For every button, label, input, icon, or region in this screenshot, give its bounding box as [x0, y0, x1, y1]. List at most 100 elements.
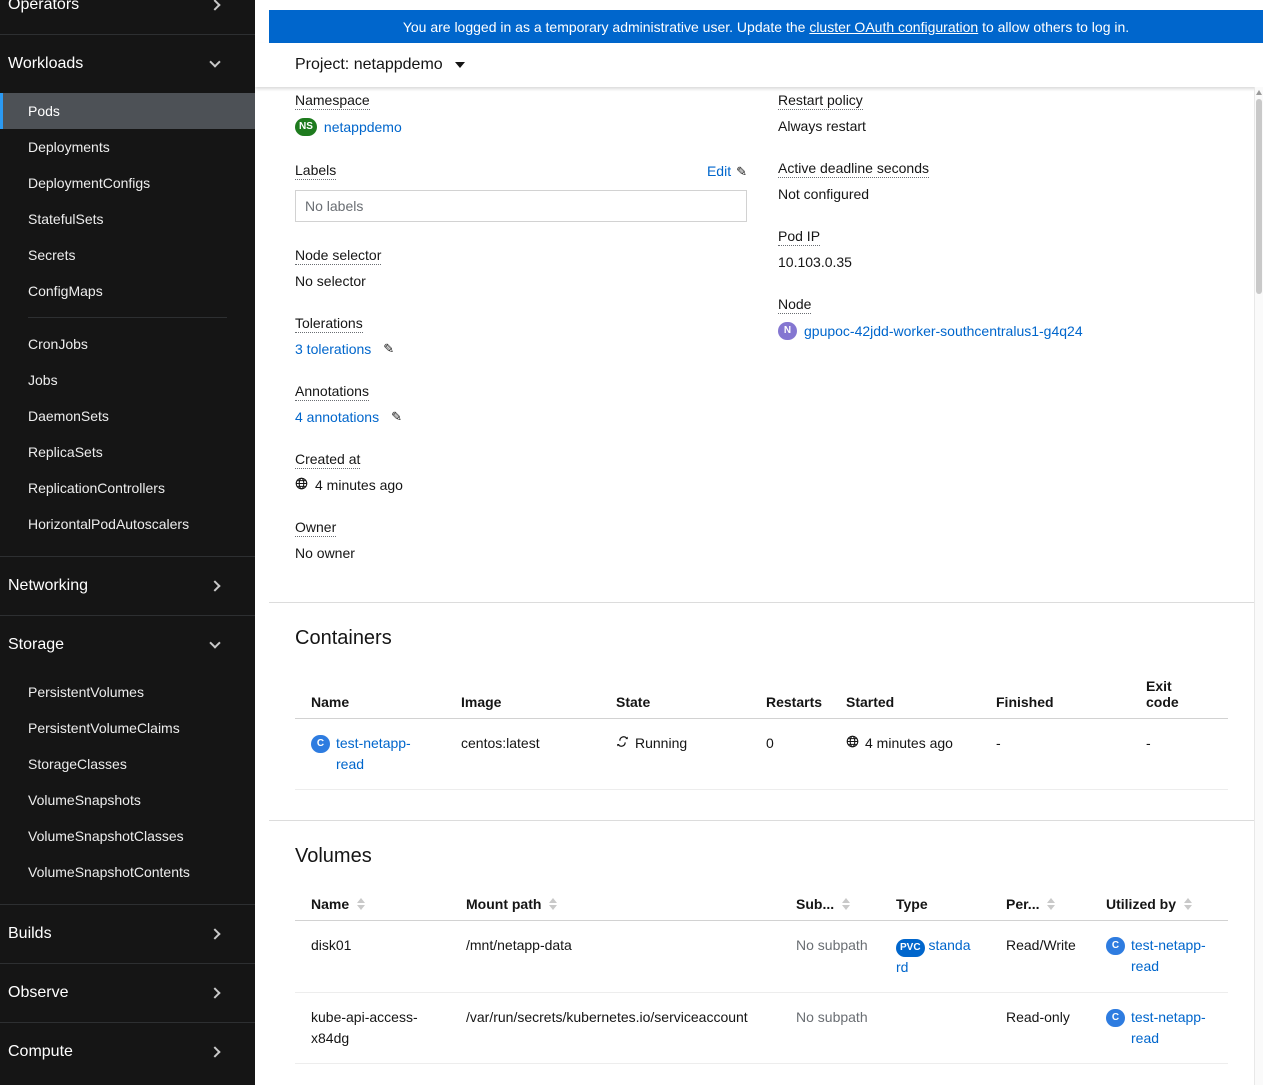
sidebar-item-replicationcontrollers[interactable]: ReplicationControllers: [0, 470, 255, 506]
namespace-label: Namespace: [295, 92, 370, 110]
sidebar-item-builds[interactable]: Builds: [0, 905, 255, 963]
main-content: You are logged in as a temporary adminis…: [255, 0, 1263, 1085]
chevron-right-icon: [209, 0, 221, 11]
sidebar-item-workloads[interactable]: Workloads: [0, 35, 255, 93]
scrollbar[interactable]: [1254, 87, 1263, 1085]
sidebar-item-deploymentconfigs[interactable]: DeploymentConfigs: [0, 165, 255, 201]
column-header-mount-path[interactable]: Mount path: [450, 888, 780, 921]
created-at-text: 4 minutes ago: [315, 477, 403, 493]
cluster-oauth-configuration-link[interactable]: cluster OAuth configuration: [809, 19, 978, 35]
chevron-right-icon: [209, 1046, 221, 1058]
sidebar-item-persistentvolumes[interactable]: PersistentVolumes: [0, 674, 255, 710]
edit-labels-link[interactable]: Edit: [707, 163, 731, 179]
column-header-name[interactable]: Name: [295, 888, 450, 921]
labels-header-row: Labels Edit ✎: [295, 162, 747, 180]
volume-utilized-by-cell: C test-netapp-read: [1090, 992, 1228, 1064]
annotations-label: Annotations: [295, 383, 369, 401]
sidebar-item-operators[interactable]: Operators: [0, 0, 255, 34]
containers-title: Containers: [295, 627, 392, 649]
tolerations-value: 3 tolerations ✎: [295, 341, 747, 357]
sidebar-item-configmaps[interactable]: ConfigMaps: [0, 273, 255, 309]
sidebar-item-daemonsets[interactable]: DaemonSets: [0, 398, 255, 434]
sidebar-item-horizontalpodautoscalers[interactable]: HorizontalPodAutoscalers: [0, 506, 255, 542]
container-link[interactable]: test-netapp-read: [336, 733, 429, 775]
pod-details-page: Namespace NS netappdemo Labels Edit ✎ No …: [255, 87, 1263, 1085]
scroll-up-arrow[interactable]: [1256, 90, 1262, 95]
pencil-icon[interactable]: ✎: [736, 164, 747, 179]
storage-submenu: PersistentVolumes PersistentVolumeClaims…: [0, 674, 255, 890]
container-badge-icon: C: [311, 735, 330, 753]
container-badge-icon: C: [1106, 1009, 1125, 1027]
sidebar-item-volumesnapshots[interactable]: VolumeSnapshots: [0, 782, 255, 818]
table-row: C test-netapp-read centos:latest Running…: [295, 718, 1228, 790]
globe-icon: [295, 477, 308, 493]
sort-icon[interactable]: [842, 898, 851, 910]
project-selector[interactable]: Project: netappdemo: [255, 43, 1263, 87]
container-badge-icon: C: [1106, 937, 1125, 955]
namespace-link[interactable]: netappdemo: [324, 119, 402, 135]
containers-table: Name Image State Restarts Started Finish…: [295, 670, 1228, 790]
sidebar-item-networking[interactable]: Networking: [0, 557, 255, 615]
active-deadline-label: Active deadline seconds: [778, 160, 929, 178]
column-header-state: State: [600, 670, 750, 719]
tolerations-link[interactable]: 3 tolerations: [295, 341, 371, 357]
container-link[interactable]: test-netapp-read: [1131, 935, 1212, 977]
table-row: kube-api-access-x84dg /var/run/secrets/k…: [295, 992, 1228, 1064]
container-link[interactable]: test-netapp-read: [1131, 1007, 1212, 1049]
sidebar-item-deployments[interactable]: Deployments: [0, 129, 255, 165]
column-header-permissions[interactable]: Per...: [990, 888, 1090, 921]
sidebar-item-replicasets[interactable]: ReplicaSets: [0, 434, 255, 470]
container-state-text: Running: [635, 735, 688, 751]
volume-permissions-cell: Read-only: [990, 992, 1090, 1064]
sidebar-item-persistentvolumeclaims[interactable]: PersistentVolumeClaims: [0, 710, 255, 746]
node-label: Node: [778, 296, 812, 314]
created-at-value: 4 minutes ago: [295, 477, 747, 493]
sidebar-item-storage[interactable]: Storage: [0, 616, 255, 674]
sidebar-item-jobs[interactable]: Jobs: [0, 362, 255, 398]
chevron-down-icon: [209, 56, 221, 68]
container-finished-cell: -: [980, 718, 1130, 790]
sidebar-item-statefulsets[interactable]: StatefulSets: [0, 201, 255, 237]
sidebar-item-cronjobs[interactable]: CronJobs: [0, 326, 255, 362]
volume-type-cell: [880, 992, 990, 1064]
owner-value: No owner: [295, 545, 355, 561]
labels-empty-box: No labels: [295, 190, 747, 222]
column-header-subpath[interactable]: Sub...: [780, 888, 880, 921]
sidebar-item-volumesnapshotclasses[interactable]: VolumeSnapshotClasses: [0, 818, 255, 854]
sidebar-item-storageclasses[interactable]: StorageClasses: [0, 746, 255, 782]
column-header-finished: Finished: [980, 670, 1130, 719]
volume-name-cell: kube-api-access-x84dg: [295, 992, 450, 1064]
sidebar-item-volumesnapshotcontents[interactable]: VolumeSnapshotContents: [0, 854, 255, 890]
sidebar-item-label: Builds: [8, 925, 52, 942]
sidebar-item-label: Workloads: [8, 55, 84, 72]
sidebar-item-pods[interactable]: Pods: [0, 93, 255, 129]
node-link[interactable]: gpupoc-42jdd-worker-southcentralus1-g4q2…: [804, 323, 1083, 339]
pencil-icon[interactable]: ✎: [383, 341, 394, 357]
chevron-down-icon: [209, 637, 221, 649]
scrollbar-thumb[interactable]: [1256, 99, 1262, 294]
column-header-utilized-by[interactable]: Utilized by: [1090, 888, 1228, 921]
column-header-name: Name: [295, 670, 445, 719]
pod-details-section: Namespace NS netappdemo Labels Edit ✎ No …: [269, 87, 1254, 603]
column-header-type: Type: [880, 888, 990, 921]
sidebar-item-secrets[interactable]: Secrets: [0, 237, 255, 273]
namespace-value: NS netappdemo: [295, 118, 747, 136]
sidebar-item-observe[interactable]: Observe: [0, 964, 255, 1022]
volume-type-cell: PVC standard: [880, 920, 990, 993]
container-exit-code-cell: -: [1130, 718, 1228, 790]
sort-icon[interactable]: [1184, 898, 1193, 910]
sidebar-item-label: Networking: [8, 577, 89, 594]
annotations-link[interactable]: 4 annotations: [295, 409, 379, 425]
restart-policy-value: Always restart: [778, 118, 866, 134]
sort-icon[interactable]: [549, 898, 558, 910]
sidebar-item-compute[interactable]: Compute: [0, 1023, 255, 1081]
sort-icon[interactable]: [357, 898, 366, 910]
edit-labels[interactable]: Edit ✎: [707, 163, 747, 180]
pencil-icon[interactable]: ✎: [391, 409, 402, 425]
volumes-table-header: Name Mount path Sub... Type Per... Utili…: [295, 888, 1228, 921]
node-value: N gpupoc-42jdd-worker-southcentralus1-g4…: [778, 322, 1228, 340]
sidebar-item-label: Compute: [8, 1043, 73, 1060]
node-selector-label: Node selector: [295, 247, 382, 265]
containers-table-header: Name Image State Restarts Started Finish…: [295, 670, 1228, 719]
sort-icon[interactable]: [1047, 898, 1056, 910]
